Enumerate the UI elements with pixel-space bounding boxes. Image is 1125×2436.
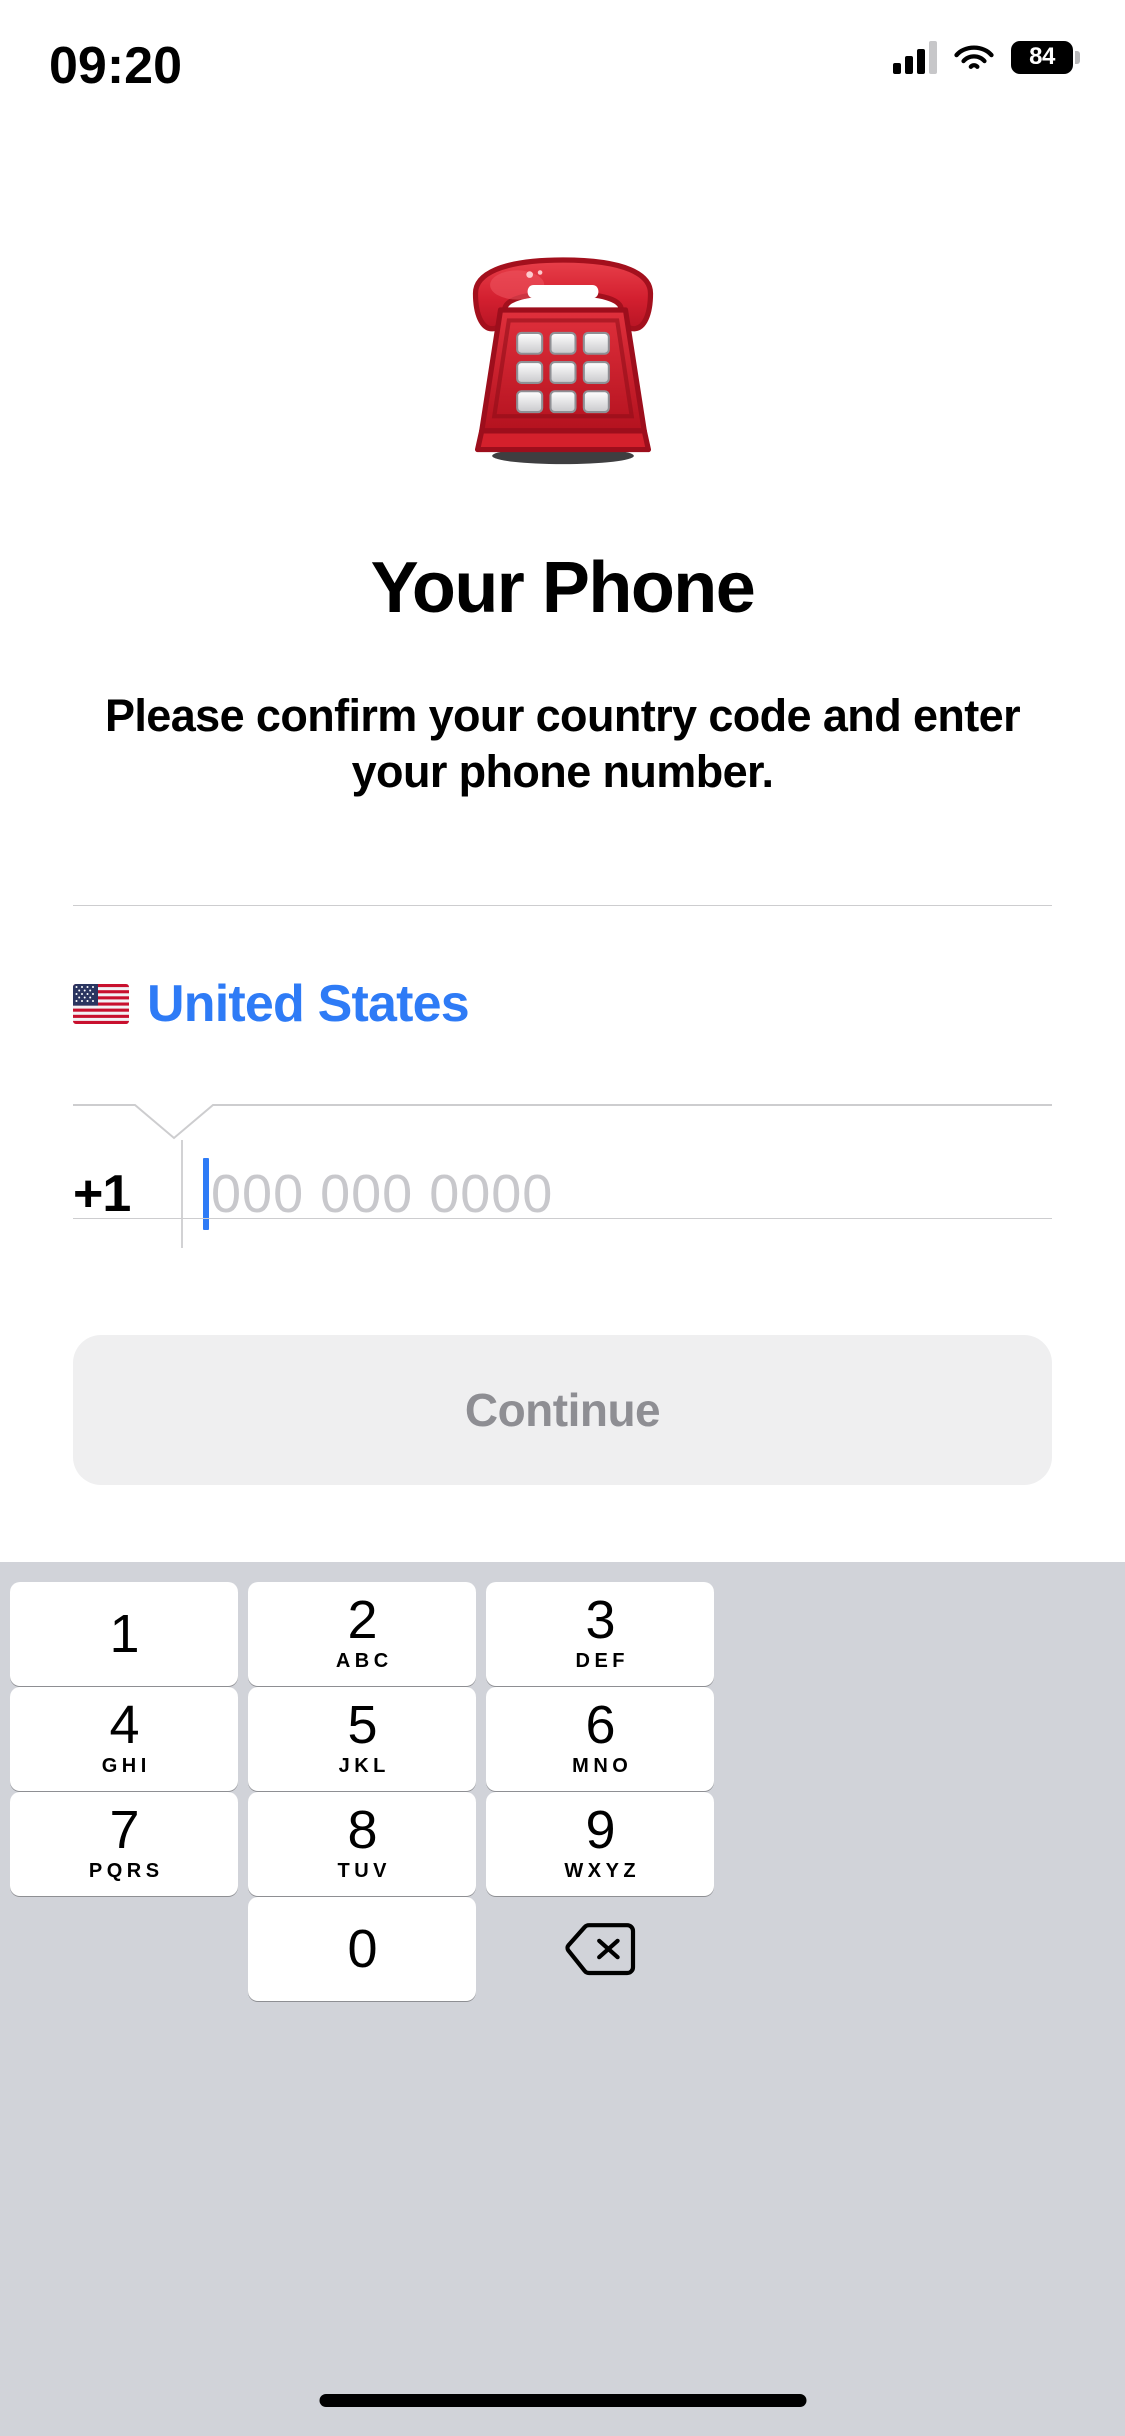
key-letters: GHI: [101, 1755, 151, 1777]
key-letters: MNO: [572, 1755, 633, 1777]
key-8[interactable]: 8 TUV: [248, 1792, 476, 1896]
status-bar-indicators: 84: [893, 40, 1080, 74]
phone-number-placeholder: 000 000 0000: [211, 1164, 554, 1224]
key-digit: 8: [347, 1800, 377, 1860]
key-0[interactable]: 0: [248, 1897, 476, 2001]
keypad-row: 4 GHI 5 JKL 6 MNO: [0, 1687, 1125, 1791]
text-caret: [203, 1158, 209, 1230]
key-letters: JKL: [338, 1755, 390, 1777]
key-letters: DEF: [575, 1650, 629, 1672]
flag-united-states-icon: [73, 984, 129, 1024]
divider-bottom: [73, 1218, 1052, 1219]
key-4[interactable]: 4 GHI: [10, 1687, 238, 1791]
key-9[interactable]: 9 WXYZ: [486, 1792, 714, 1896]
telephone-emoji: [0, 215, 1125, 485]
country-selector[interactable]: United States: [73, 960, 470, 1048]
home-indicator: [319, 2394, 806, 2407]
keypad-grid: 1 2 ABC 3 DEF 4 GHI 5 JKL 6 MNO 7 PQRS 8…: [0, 1582, 1125, 2001]
phone-number-input[interactable]: 000 000 0000: [203, 1140, 1052, 1248]
phone-screen: 09:20 84 Your Phone Please confirm your …: [0, 0, 1125, 2436]
key-letters: PQRS: [88, 1860, 164, 1882]
keypad-row: 7 PQRS 8 TUV 9 WXYZ: [0, 1792, 1125, 1896]
key-digit: 6: [585, 1695, 615, 1755]
vertical-divider: [181, 1140, 183, 1248]
keypad-row: 1 2 ABC 3 DEF: [0, 1582, 1125, 1686]
cellular-bars-icon: [893, 40, 937, 74]
battery-percent: 84: [1029, 43, 1055, 70]
continue-button[interactable]: Continue: [73, 1335, 1052, 1485]
status-bar-time: 09:20: [49, 37, 182, 95]
key-3[interactable]: 3 DEF: [486, 1582, 714, 1686]
status-bar: 09:20 84: [0, 0, 1125, 132]
key-digit: 7: [109, 1800, 139, 1860]
phone-number-row[interactable]: +1 000 000 0000: [73, 1140, 1052, 1248]
key-digit: 2: [347, 1590, 377, 1650]
page-title: Your Phone: [370, 548, 756, 628]
dial-code-label: +1: [73, 1165, 131, 1223]
numeric-keypad: 1 2 ABC 3 DEF 4 GHI 5 JKL 6 MNO 7 PQRS 8…: [0, 1562, 1125, 2436]
country-name-label: United States: [147, 975, 470, 1033]
key-digit: 3: [585, 1590, 615, 1650]
wifi-icon: [954, 42, 994, 72]
key-letters: ABC: [335, 1650, 393, 1672]
key-5[interactable]: 5 JKL: [248, 1687, 476, 1791]
page-subtitle: Please confirm your country code and ent…: [104, 690, 1021, 797]
key-letters: WXYZ: [564, 1860, 641, 1882]
key-1[interactable]: 1: [10, 1582, 238, 1686]
key-2[interactable]: 2 ABC: [248, 1582, 476, 1686]
key-digit: 0: [347, 1919, 377, 1979]
key-digit: 9: [585, 1800, 615, 1860]
key-6[interactable]: 6 MNO: [486, 1687, 714, 1791]
backspace-delete-icon[interactable]: [486, 1897, 714, 2001]
key-letters: TUV: [337, 1860, 391, 1882]
divider-top: [73, 905, 1052, 906]
keypad-row: 0: [0, 1897, 1125, 2001]
key-7[interactable]: 7 PQRS: [10, 1792, 238, 1896]
key-digit: 5: [347, 1695, 377, 1755]
key-digit: 1: [109, 1604, 139, 1664]
battery-icon: 84: [1011, 40, 1080, 74]
key-digit: 4: [109, 1695, 139, 1755]
divider-with-notch: [73, 1094, 1052, 1142]
